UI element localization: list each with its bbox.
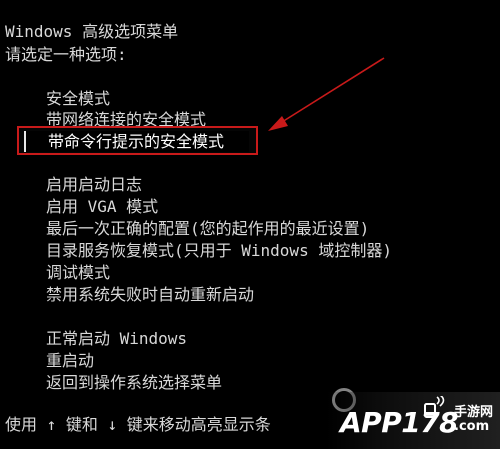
watermark: APP178 手游网 .com	[326, 392, 500, 449]
watermark-site-name: 手游网	[454, 405, 494, 420]
menu-title: Windows 高级选项菜单	[5, 22, 179, 41]
menu-prompt: 请选定一种选项:	[5, 45, 127, 64]
menu-item-debug-mode[interactable]: 调试模式	[46, 263, 110, 283]
boot-menu-screen: Windows 高级选项菜单 请选定一种选项: 安全模式 带网络连接的安全模式 …	[0, 0, 500, 449]
highlighted-menu-item-frame: 带命令行提示的安全模式	[17, 126, 258, 155]
menu-item-vga-mode[interactable]: 启用 VGA 模式	[46, 197, 158, 217]
watermark-logo: APP178	[340, 406, 459, 439]
menu-item-start-normally[interactable]: 正常启动 Windows	[46, 329, 187, 349]
menu-item-safe-mode[interactable]: 安全模式	[46, 89, 110, 109]
watermark-site-domain: .com	[454, 419, 490, 434]
watermark-site: 手游网 .com	[454, 406, 493, 434]
menu-item-return-os-menu[interactable]: 返回到操作系统选择菜单	[46, 373, 222, 393]
menu-item-safe-mode-command-prompt[interactable]: 带命令行提示的安全模式	[24, 131, 249, 152]
menu-item-directory-restore[interactable]: 目录服务恢复模式(只用于 Windows 域控制器)	[46, 241, 392, 261]
menu-item-boot-logging[interactable]: 启用启动日志	[46, 175, 142, 195]
menu-item-disable-auto-restart[interactable]: 禁用系统失败时自动重新启动	[46, 285, 254, 305]
menu-item-reboot[interactable]: 重启动	[46, 351, 94, 371]
navigation-hint: 使用 ↑ 键和 ↓ 键来移动高亮显示条	[5, 415, 271, 434]
menu-item-last-known-good[interactable]: 最后一次正确的配置(您的起作用的最近设置)	[46, 219, 369, 239]
